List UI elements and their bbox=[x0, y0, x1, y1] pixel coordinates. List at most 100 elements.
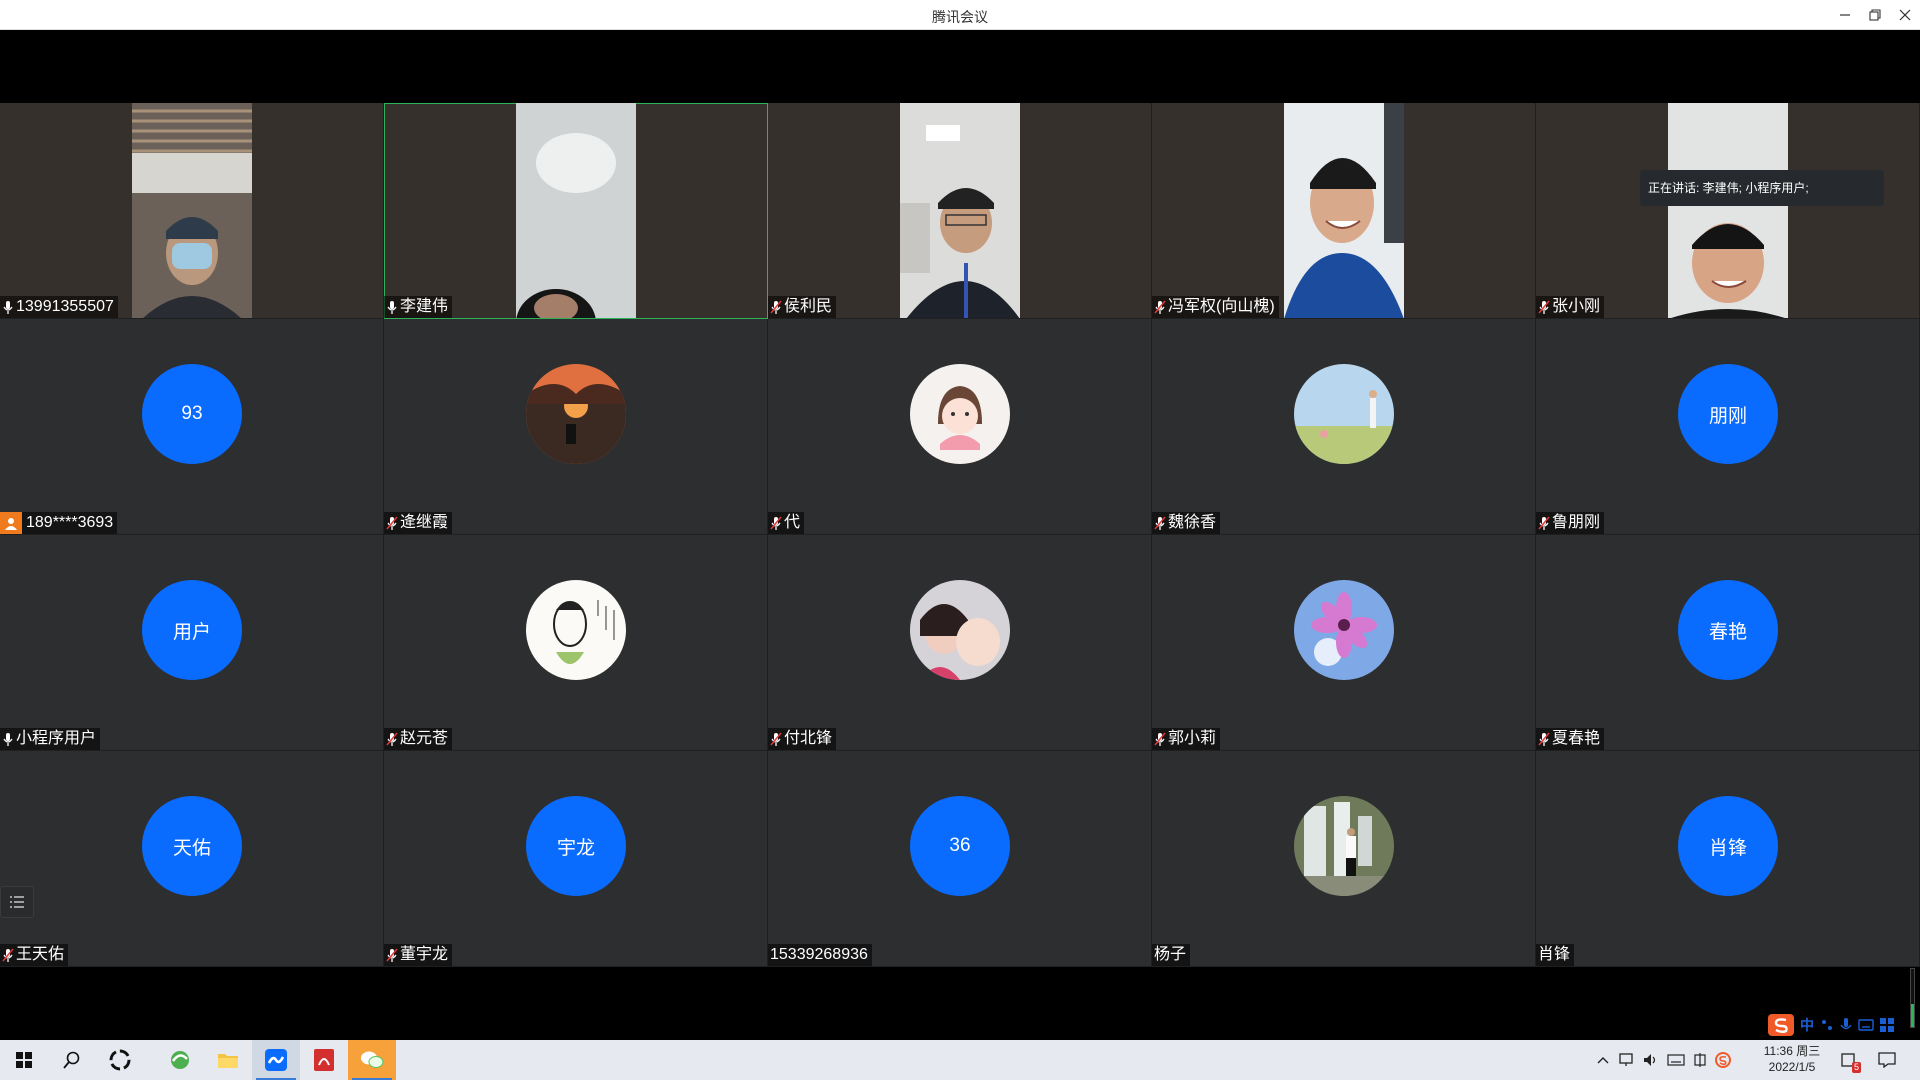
folder-icon bbox=[218, 1054, 238, 1068]
taskbar-pdf-reader[interactable] bbox=[300, 1040, 348, 1080]
participant-name: 杨子 bbox=[1154, 946, 1187, 963]
restore-button[interactable] bbox=[1860, 0, 1890, 30]
participant-avatar: 天佑 bbox=[142, 796, 242, 896]
window-titlebar: 腾讯会议 bbox=[0, 0, 1920, 30]
taskbar-clock[interactable]: 11:36 周三 2022/1/5 bbox=[1752, 1043, 1832, 1075]
participant-tile[interactable]: 逄继霞 bbox=[384, 319, 768, 535]
participant-tile[interactable]: 代 bbox=[768, 319, 1152, 535]
participant-tile[interactable]: 杨子 bbox=[1152, 751, 1536, 967]
participant-name: 逄继霞 bbox=[400, 514, 449, 531]
participant-tile[interactable]: 宇龙 董宇龙 bbox=[384, 751, 768, 967]
participant-tile[interactable]: 36 15339268936 bbox=[768, 751, 1152, 967]
sogou-icon bbox=[1715, 1052, 1731, 1068]
participant-tile[interactable]: 冯军权(向山槐) bbox=[1152, 103, 1536, 319]
participant-name: 魏徐香 bbox=[1168, 514, 1217, 531]
minimize-button[interactable] bbox=[1830, 0, 1860, 30]
taskbar-wechat[interactable] bbox=[348, 1040, 396, 1080]
participant-avatar: 春艳 bbox=[1678, 580, 1778, 680]
participant-nameplate: 张小刚 bbox=[1536, 296, 1605, 318]
participant-nameplate: 付北锋 bbox=[768, 728, 837, 750]
ime-toolbar[interactable]: 中 bbox=[1768, 1014, 1894, 1036]
participant-tile[interactable]: 93 189****3693 bbox=[0, 319, 384, 535]
participant-name: 13991355507 bbox=[16, 298, 114, 315]
participant-name: 侯利民 bbox=[784, 298, 833, 315]
mic-on-icon bbox=[387, 301, 397, 314]
keyboard-icon bbox=[1667, 1054, 1685, 1066]
participant-avatar: 肖锋 bbox=[1678, 796, 1778, 896]
start-button[interactable] bbox=[0, 1040, 48, 1080]
participant-tile[interactable]: 春艳 夏春艳 bbox=[1536, 535, 1920, 751]
participant-avatar: 93 bbox=[142, 364, 242, 464]
mic-muted-icon bbox=[386, 948, 398, 962]
volume-icon bbox=[1644, 1054, 1656, 1066]
participant-list-button[interactable] bbox=[0, 886, 34, 918]
participant-video bbox=[900, 103, 1020, 318]
mic-muted-icon bbox=[386, 732, 398, 746]
participant-nameplate: 189****3693 bbox=[0, 512, 118, 534]
participant-nameplate: 15339268936 bbox=[768, 944, 872, 966]
selfie-photo-avatar bbox=[910, 580, 1010, 680]
participant-nameplate: 夏春艳 bbox=[1536, 728, 1605, 750]
minimize-icon bbox=[1840, 14, 1850, 16]
participant-tile[interactable]: 朋刚 鲁朋刚 bbox=[1536, 319, 1920, 535]
ime-indicator[interactable] bbox=[1690, 1040, 1710, 1080]
search-button[interactable] bbox=[48, 1040, 96, 1080]
mic-on-icon bbox=[3, 301, 13, 314]
participant-tile[interactable]: 侯利民 bbox=[768, 103, 1152, 319]
network-status[interactable] bbox=[1616, 1040, 1638, 1080]
participant-tile[interactable]: 付北锋 bbox=[768, 535, 1152, 751]
cartoon-girl-photo-avatar bbox=[910, 364, 1010, 464]
participant-tile[interactable]: 用户 小程序用户 bbox=[0, 535, 384, 751]
mic-muted-icon bbox=[1154, 300, 1166, 314]
participant-tile-active-speaker[interactable]: 李建伟 bbox=[384, 103, 768, 319]
action-center-button[interactable] bbox=[1872, 1040, 1902, 1080]
participant-nameplate: 董宇龙 bbox=[384, 944, 453, 966]
volume-control[interactable] bbox=[1640, 1040, 1662, 1080]
participant-name: 董宇龙 bbox=[400, 946, 449, 963]
waterfall-photo-avatar bbox=[1294, 796, 1394, 896]
participant-tile[interactable]: 肖锋 肖锋 bbox=[1536, 751, 1920, 967]
participant-name: 代 bbox=[784, 514, 801, 531]
participant-tile[interactable]: 赵元苍 bbox=[384, 535, 768, 751]
participant-tile[interactable]: 张小刚 bbox=[1536, 103, 1920, 319]
mic-muted-icon bbox=[1538, 300, 1550, 314]
clock-date: 2022/1/5 bbox=[1768, 1060, 1816, 1074]
keyboard-layout[interactable] bbox=[1664, 1040, 1688, 1080]
participant-nameplate: 代 bbox=[768, 512, 805, 534]
network-icon bbox=[1619, 1053, 1633, 1066]
close-icon bbox=[1899, 9, 1911, 21]
ime-language[interactable]: 中 bbox=[1800, 1015, 1814, 1035]
mic-muted-icon bbox=[1538, 732, 1550, 746]
participant-nameplate: 李建伟 bbox=[384, 296, 453, 318]
sogou-tray[interactable] bbox=[1712, 1040, 1734, 1080]
taskbar-browser[interactable] bbox=[156, 1040, 204, 1080]
show-hidden-icons-button[interactable] bbox=[1594, 1040, 1612, 1080]
taskbar-tencent-meeting[interactable] bbox=[252, 1040, 300, 1080]
participant-video bbox=[1668, 103, 1788, 318]
action-center-icon bbox=[1878, 1052, 1896, 1068]
participant-nameplate: 鲁朋刚 bbox=[1536, 512, 1605, 534]
participant-nameplate: 肖锋 bbox=[1536, 944, 1575, 966]
participant-tile[interactable]: 魏徐香 bbox=[1152, 319, 1536, 535]
mic-muted-icon bbox=[1154, 732, 1166, 746]
voice-input-icon bbox=[1840, 1018, 1852, 1030]
mic-muted-icon bbox=[386, 516, 398, 530]
participant-name: 王天佑 bbox=[16, 946, 65, 963]
participant-tile[interactable]: 13991355507 bbox=[0, 103, 384, 319]
restore-icon bbox=[1869, 9, 1881, 21]
participant-tile[interactable]: 天佑 王天佑 bbox=[0, 751, 384, 967]
windows-logo-icon bbox=[16, 1052, 32, 1068]
taskbar-app-1[interactable] bbox=[96, 1040, 144, 1080]
participant-tile[interactable]: 郭小莉 bbox=[1152, 535, 1536, 751]
mic-muted-icon bbox=[1154, 516, 1166, 530]
participant-nameplate: 冯军权(向山槐) bbox=[1152, 296, 1279, 318]
ime-mode-icon bbox=[1694, 1053, 1706, 1067]
notification-app[interactable]: 5 bbox=[1836, 1040, 1864, 1080]
taskbar-file-explorer[interactable] bbox=[204, 1040, 252, 1080]
speaking-indicator: 正在讲话: 李建伟; 小程序用户; bbox=[1640, 170, 1884, 206]
participant-name: 冯军权(向山槐) bbox=[1168, 298, 1275, 315]
close-button[interactable] bbox=[1890, 0, 1920, 30]
participant-name: 李建伟 bbox=[400, 298, 449, 315]
mic-muted-icon bbox=[770, 732, 782, 746]
keyboard-icon bbox=[1858, 1019, 1874, 1031]
